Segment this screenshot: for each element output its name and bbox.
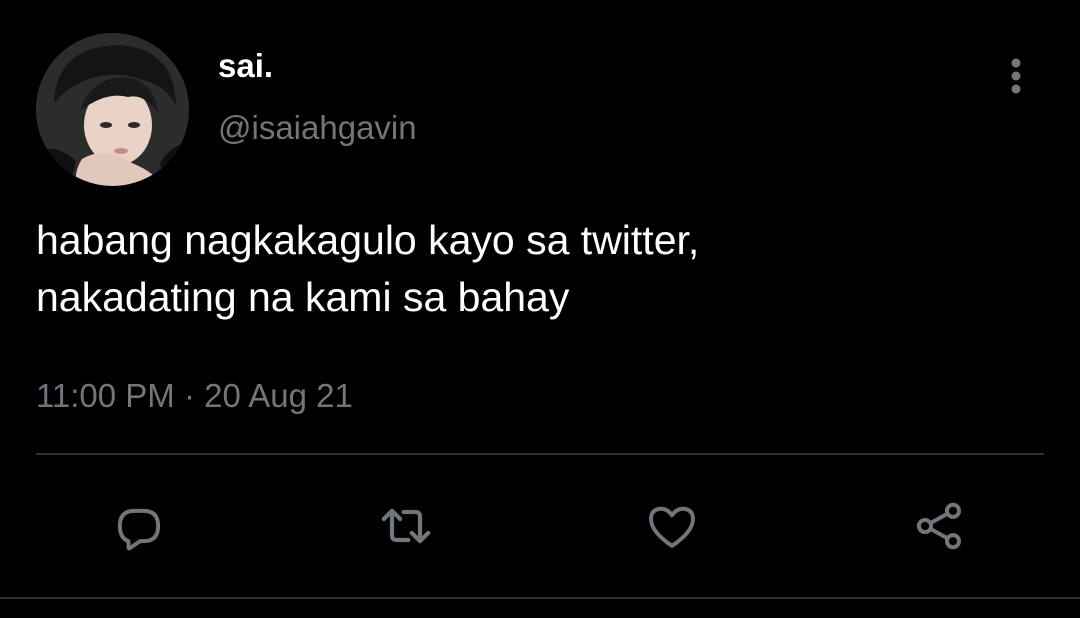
more-options-button[interactable] (996, 52, 1036, 100)
tweet-text: habang nagkakagulo kayo sa twitter, naka… (36, 212, 1036, 326)
vertical-ellipsis-icon (1011, 58, 1021, 94)
like-button[interactable] (640, 494, 704, 558)
comment-icon (117, 508, 161, 551)
heart-icon (649, 506, 695, 548)
avatar[interactable] (36, 33, 189, 186)
tweet-date: 20 Aug 21 (204, 377, 353, 414)
tweet-actions (0, 494, 1080, 558)
profile-photo (36, 33, 189, 186)
timestamp-separator: · (183, 377, 195, 414)
divider (36, 453, 1044, 455)
display-name[interactable]: sai. (218, 46, 273, 86)
share-icon (916, 502, 962, 550)
user-handle[interactable]: @isaiahgavin (218, 108, 417, 148)
tweet-text-line: nakadating na kami sa bahay (36, 274, 570, 320)
reply-button[interactable] (107, 494, 171, 558)
tweet-text-line: habang nagkakagulo kayo sa twitter, (36, 217, 700, 263)
retweet-icon (381, 508, 431, 544)
tweet-detail: sai. @isaiahgavin habang nagkakagulo kay… (0, 0, 1080, 618)
tweet-time: 11:00 PM (36, 377, 175, 414)
retweet-button[interactable] (374, 494, 438, 558)
tweet-timestamp[interactable]: 11:00 PM · 20 Aug 21 (36, 376, 353, 416)
share-button[interactable] (907, 494, 971, 558)
divider (0, 597, 1080, 599)
